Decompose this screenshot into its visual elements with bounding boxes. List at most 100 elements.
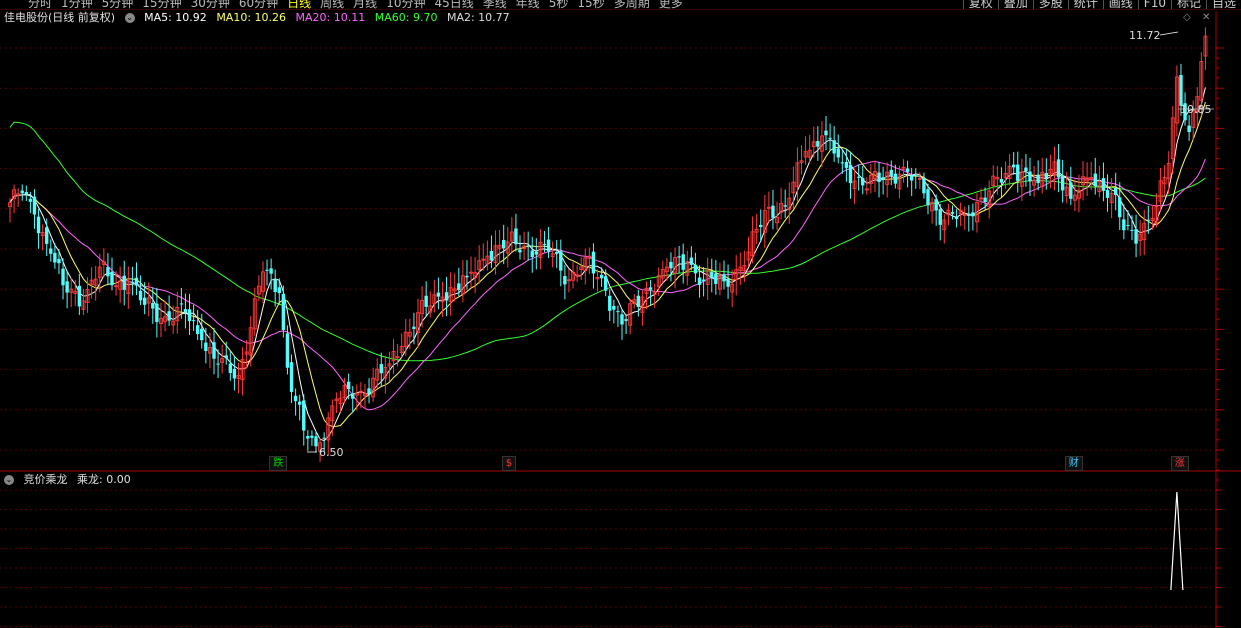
candle-body-down (1146, 219, 1151, 221)
candle-body-down (555, 251, 559, 254)
candle-body-down (36, 216, 41, 234)
indicator-name: 竞价乘龙 (23, 473, 68, 486)
candle-body-down (138, 290, 143, 301)
candle-body-down (914, 175, 918, 177)
candle-body-down (648, 287, 653, 290)
candle-body-down (1130, 229, 1134, 231)
candle-body-down (204, 342, 208, 352)
stock-name: 佳电股份(日线 前复权) (4, 11, 116, 24)
diamond-icon[interactable]: ◇ (1183, 12, 1191, 23)
candle-body-down (195, 325, 200, 335)
candle-body-down (938, 209, 942, 225)
event-marker[interactable]: $ (501, 456, 517, 471)
candle-body-down (269, 268, 273, 274)
candle-body-down (726, 278, 730, 287)
candle-body-down (501, 239, 506, 249)
candle-body-down (1028, 171, 1032, 182)
chevron-down-icon[interactable]: ⌄ (4, 475, 14, 485)
event-marker[interactable]: 涨 (1170, 456, 1189, 471)
candle-body-down (840, 162, 845, 164)
candle-body-down (983, 197, 987, 202)
candle-body-down (314, 436, 318, 447)
close-icon[interactable]: ✕ (1202, 12, 1210, 23)
ma20-value: MA20: 10.11 (295, 11, 366, 24)
candle-body-down (1060, 175, 1065, 191)
high-price-label: 11.72 (1129, 29, 1161, 42)
candle-body-down (624, 319, 628, 321)
candle-body-down (677, 256, 681, 258)
candle-body-down (1093, 173, 1097, 187)
candle-body-down (1134, 229, 1138, 244)
chevron-down-icon[interactable]: ⌄ (124, 13, 135, 23)
candle-body-down (424, 295, 428, 307)
candle-body-down (999, 178, 1004, 183)
candle-body-down (232, 368, 237, 379)
indicator-legend: ⌄ 竞价乘龙 乘龙: 0.00 (4, 473, 137, 487)
candle-body-down (45, 227, 49, 244)
candle-body-down (77, 285, 82, 307)
candle-body-down (530, 250, 534, 258)
candle-body-down (856, 176, 861, 178)
candle-body-down (310, 435, 314, 438)
candle-body-down (216, 363, 220, 365)
ma20-line (9, 158, 1206, 411)
candle-body-down (669, 261, 673, 269)
candle-body-down (1069, 182, 1073, 199)
candle-body-down (889, 169, 893, 176)
candle-body-down (559, 251, 563, 271)
candle-body-down (542, 243, 547, 245)
candle-body-down (681, 254, 685, 270)
candle-body-down (905, 168, 910, 172)
ma5-line (9, 87, 1206, 442)
event-marker[interactable]: 跌 (269, 456, 288, 471)
candle-body-down (444, 292, 449, 301)
price-annotations: 11.72 6.50 10.85 (307, 29, 1214, 459)
candle-body-down (130, 281, 135, 283)
indicator-value: 乘龙: 0.00 (77, 473, 131, 486)
candle-body-down (297, 401, 302, 405)
candle-body-down (722, 274, 726, 282)
candle-body-down (436, 292, 441, 297)
candle-body-down (783, 205, 787, 207)
candle-body-down (950, 212, 955, 214)
candle-body-down (909, 175, 914, 181)
candle-body-down (281, 293, 286, 330)
candle-body-down (106, 267, 110, 277)
stock-chart[interactable]: 11.72 6.50 10.85 (0, 0, 1241, 628)
candle-body-down (187, 309, 192, 322)
candle-body-down (816, 141, 820, 147)
candle-body-down (412, 326, 416, 330)
candle-body-down (293, 395, 298, 402)
candle-body-down (1044, 172, 1049, 179)
candle-body-down (306, 435, 310, 439)
high-price-leader (1159, 31, 1179, 36)
candle-body-down (616, 311, 620, 313)
candle-body-down (1011, 164, 1016, 168)
candle-body-down (861, 177, 865, 186)
candle-body-down (200, 328, 204, 341)
candle-body-down (1187, 125, 1191, 132)
candle-body-down (893, 173, 898, 184)
low-price-label: 6.50 (319, 446, 344, 459)
candle-body-down (212, 342, 216, 359)
candle-body-down (32, 196, 37, 215)
event-marker[interactable]: 财 (1064, 456, 1083, 471)
candle-body-down (1036, 174, 1040, 184)
candle-body-down (771, 205, 775, 218)
axis-ticks (1216, 47, 1224, 627)
candle-body-down (546, 239, 551, 252)
candle-body-down (110, 271, 114, 286)
candle-body-down (265, 269, 269, 271)
candle-body-down (612, 305, 616, 310)
candle-body-down (689, 257, 694, 265)
candle-body-down (489, 250, 494, 261)
candle-body-down (526, 245, 530, 247)
candle-body-down (848, 164, 853, 184)
candle-body-down (289, 362, 294, 392)
candle-body-down (824, 130, 828, 136)
ma5-value: MA5: 10.92 (144, 11, 207, 24)
candle-body-down (179, 303, 184, 305)
moving-average-lines (9, 87, 1206, 442)
candle-body-down (1179, 75, 1183, 106)
candle-body-down (1024, 167, 1028, 172)
